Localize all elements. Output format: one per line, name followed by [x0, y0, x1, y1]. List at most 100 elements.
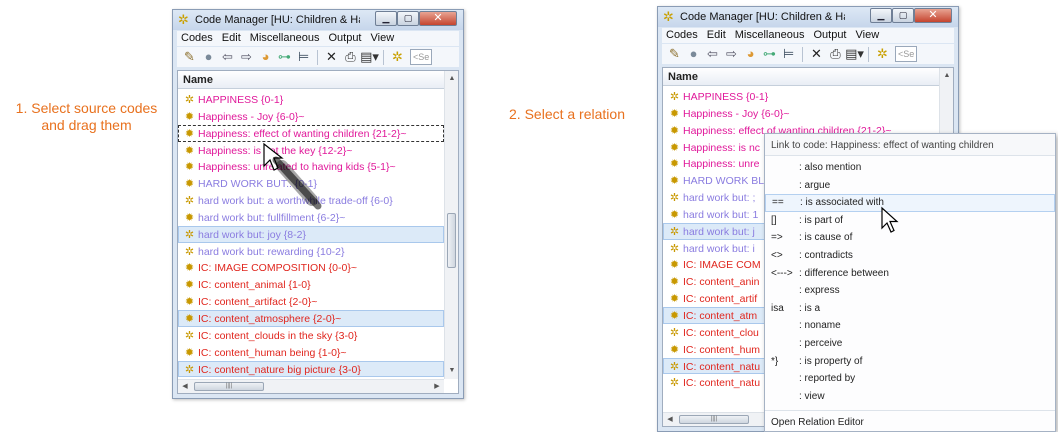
menu-miscellaneous[interactable]: Miscellaneous: [731, 28, 810, 43]
menu-codes[interactable]: Codes: [177, 31, 218, 46]
delete-icon[interactable]: ✕: [807, 45, 826, 63]
print-icon[interactable]: ⎙: [341, 48, 360, 66]
new-code-icon[interactable]: ✎: [665, 45, 684, 63]
color-wheel-icon[interactable]: ◕: [741, 45, 760, 63]
relation-item-also-mention[interactable]: : also mention: [765, 159, 1055, 177]
code-star-icon: ✲: [184, 94, 195, 106]
code-family-icon[interactable]: ✲: [388, 48, 407, 66]
merge-codes-icon[interactable]: ⊶: [275, 48, 294, 66]
code-star-icon: ✲: [184, 195, 195, 208]
code-row[interactable]: ✲ hard work but: joy {8-2}: [178, 225, 444, 243]
code-label: HAPPINESS {0-1}: [198, 94, 284, 106]
title-bar[interactable]: ✲ Code Manager [HU: Children & Happine..…: [173, 10, 463, 30]
menu-codes[interactable]: Codes: [662, 28, 703, 43]
color-wheel-icon[interactable]: ◕: [256, 48, 275, 66]
menu-output[interactable]: Output: [809, 28, 851, 43]
code-label: hard work but: i: [683, 242, 755, 255]
menu-view[interactable]: View: [367, 31, 400, 46]
minimize-button[interactable]: ▁: [870, 8, 892, 23]
horizontal-scroll-thumb[interactable]: ||||: [194, 382, 264, 391]
code-family-icon[interactable]: ✲: [873, 45, 892, 63]
code-row[interactable]: ✲ IC: content_nature big picture {3-0}: [178, 360, 444, 378]
relation-item-express[interactable]: : express: [765, 282, 1055, 300]
comment-icon[interactable]: ●: [199, 48, 218, 66]
relation-item-reported-by[interactable]: : reported by: [765, 370, 1055, 388]
code-row[interactable]: ✲ IC: content_clouds in the sky {3-0}: [178, 327, 444, 344]
code-row[interactable]: ✹ IC: content_animal {1-0}: [178, 276, 444, 293]
tree-icon[interactable]: ⊨: [779, 45, 798, 63]
code-row[interactable]: ✹ IC: content_artifact {2-0}~: [178, 293, 444, 310]
comment-icon[interactable]: ●: [684, 45, 703, 63]
forward-arrow-icon[interactable]: ⇨: [722, 45, 741, 63]
menu-view[interactable]: View: [852, 28, 885, 43]
title-bar[interactable]: ✲ Code Manager [HU: Children & Happine..…: [658, 7, 958, 27]
menu-edit[interactable]: Edit: [218, 31, 246, 46]
forward-arrow-icon[interactable]: ⇨: [237, 48, 256, 66]
close-button[interactable]: ✕: [914, 8, 952, 23]
minimize-button[interactable]: ▁: [375, 11, 397, 26]
relation-item-is-a[interactable]: isa: is a: [765, 300, 1055, 318]
scroll-right-icon[interactable]: ▶: [431, 380, 443, 393]
scroll-up-icon[interactable]: ▲: [445, 73, 458, 85]
menu-miscellaneous[interactable]: Miscellaneous: [246, 31, 325, 46]
relation-item-view[interactable]: : view: [765, 388, 1055, 406]
relation-item-perceive[interactable]: : perceive: [765, 335, 1055, 353]
relation-item-is-part-of[interactable]: []: is part of: [765, 212, 1055, 230]
code-row[interactable]: ✹ Happiness - Joy {6-0}~: [178, 108, 444, 125]
code-row[interactable]: ✹ IC: IMAGE COMPOSITION {0-0}~: [178, 259, 444, 276]
code-label: hard work but: 1: [683, 208, 759, 221]
code-label: Happiness: is nc: [683, 141, 761, 154]
merge-codes-icon[interactable]: ⊶: [760, 45, 779, 63]
code-row[interactable]: ✹ IC: content_atmosphere {2-0}~: [178, 309, 444, 327]
code-group-icon: ✹: [184, 296, 195, 309]
scroll-left-icon[interactable]: ◀: [664, 413, 676, 426]
code-row[interactable]: ✹ Happiness - Joy {6-0}~: [663, 105, 939, 122]
menu-edit[interactable]: Edit: [703, 28, 731, 43]
relation-label: : is part of: [799, 214, 843, 226]
code-row[interactable]: ✹ Happiness: effect of wanting children {…: [178, 124, 444, 142]
code-row[interactable]: ✲ HAPPINESS {0-1}: [663, 88, 939, 105]
horizontal-scroll-thumb[interactable]: ||||: [679, 415, 749, 424]
relation-item-is-cause-of[interactable]: =>: is cause of: [765, 229, 1055, 247]
open-relation-editor[interactable]: Open Relation Editor: [765, 414, 1055, 432]
maximize-button[interactable]: ▢: [397, 11, 419, 26]
code-row[interactable]: ✲ hard work but: rewarding {10-2}: [178, 243, 444, 260]
relation-item-noname[interactable]: : noname: [765, 317, 1055, 335]
toolbar-divider: [383, 49, 384, 65]
search-field[interactable]: <Se: [895, 46, 917, 62]
relation-item-contradicts[interactable]: <>: contradicts: [765, 247, 1055, 265]
scroll-up-icon[interactable]: ▲: [940, 70, 953, 82]
window-title: Code Manager [HU: Children & Happine...: [680, 11, 845, 23]
relation-item-is-property-of[interactable]: *}: is property of: [765, 353, 1055, 371]
column-header-name[interactable]: Name: [663, 68, 939, 86]
code-label: Happiness: unre: [683, 158, 760, 171]
relation-item-argue[interactable]: : argue: [765, 177, 1055, 195]
maximize-button[interactable]: ▢: [892, 8, 914, 23]
vertical-scrollbar[interactable]: ▲ ▼: [444, 71, 458, 379]
tree-icon[interactable]: ⊨: [294, 48, 313, 66]
relation-item-difference-between[interactable]: <--->: difference between: [765, 265, 1055, 283]
view-options-icon[interactable]: ▤▾: [360, 48, 379, 66]
code-group-icon: ✹: [184, 144, 195, 157]
relation-symbol: isa: [771, 302, 784, 314]
column-header-name[interactable]: Name: [178, 71, 444, 89]
print-icon[interactable]: ⎙: [826, 45, 845, 63]
view-options-icon[interactable]: ▤▾: [845, 45, 864, 63]
new-code-icon[interactable]: ✎: [180, 48, 199, 66]
delete-icon[interactable]: ✕: [322, 48, 341, 66]
relation-item-is-associated-with[interactable]: ==: is associated with: [765, 194, 1055, 212]
search-field[interactable]: <Se: [410, 49, 432, 65]
menu-output[interactable]: Output: [324, 31, 366, 46]
close-button[interactable]: ✕: [419, 11, 457, 26]
code-row[interactable]: ✲ HAPPINESS {0-1}: [178, 91, 444, 108]
scroll-down-icon[interactable]: ▼: [445, 365, 458, 377]
relation-symbol: ==: [772, 197, 784, 209]
scroll-thumb[interactable]: [447, 213, 456, 268]
horizontal-scrollbar[interactable]: ◀ |||| ▶: [178, 379, 444, 393]
back-arrow-icon[interactable]: ⇦: [218, 48, 237, 66]
scroll-left-icon[interactable]: ◀: [179, 380, 191, 393]
back-arrow-icon[interactable]: ⇦: [703, 45, 722, 63]
code-group-icon: ✹: [184, 178, 195, 191]
code-row[interactable]: ✹ IC: content_human being {1-0}~: [178, 344, 444, 361]
drag-cursor-icon: [263, 142, 322, 210]
